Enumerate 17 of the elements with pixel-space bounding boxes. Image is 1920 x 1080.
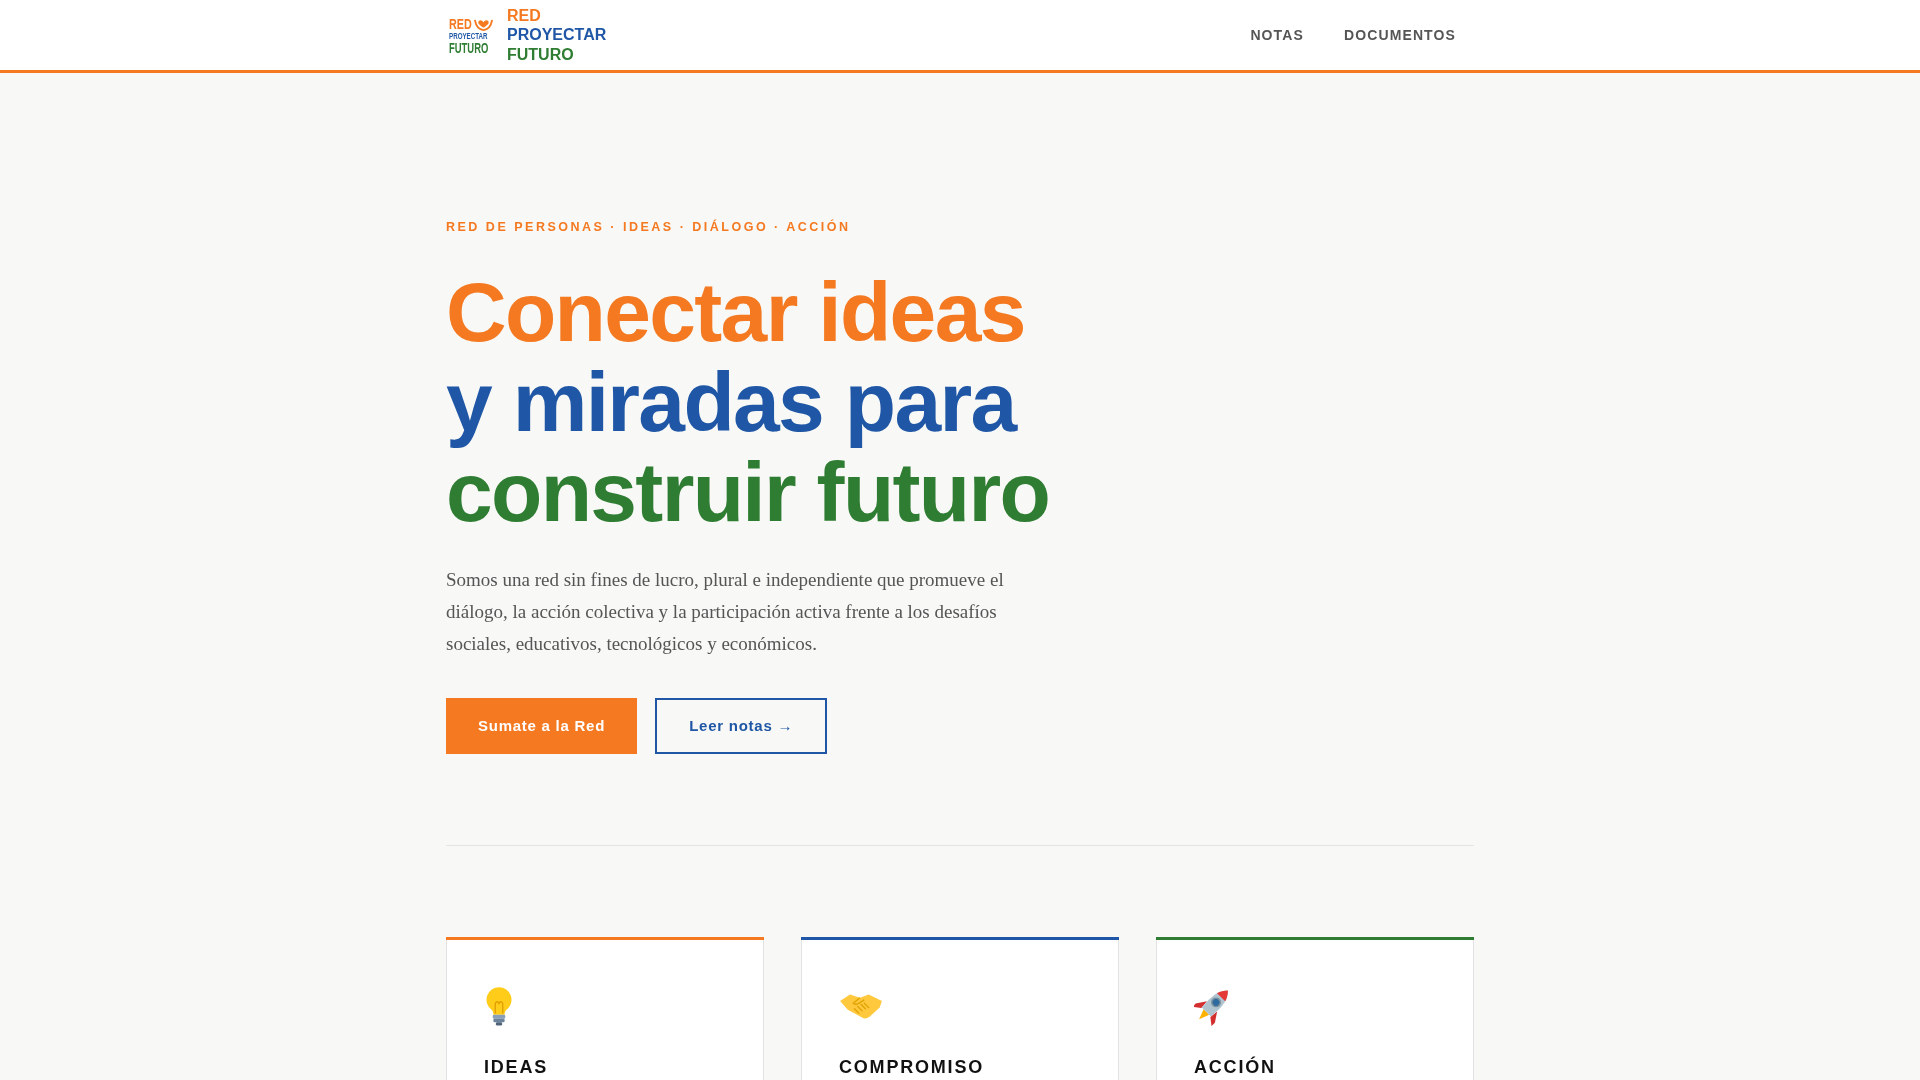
nav-link[interactable]: NOTAS — [1250, 24, 1304, 46]
card-title: ACCIÓN — [1194, 1056, 1276, 1078]
hero-description: Somos una red sin fines de lucro, plural e independiente que promueve el diálogo, la acción colectiva y la participación activa frente a los desafíos sociales, educativos, tecnológicos y económicos. — [446, 568, 1005, 656]
card-title: IDEAS — [484, 1056, 548, 1078]
logo-wordmark-text: PROYECTAR — [507, 25, 607, 45]
logo-wordmark-text: FUTURO — [507, 44, 575, 65]
lightbulb-icon — [484, 986, 514, 1026]
logo-emblem-text: RED — [449, 16, 472, 30]
eyebrow-text: RED DE PERSONAS · IDEAS · DIÁLOGO · ACCIÓN — [446, 219, 851, 235]
nav-link[interactable]: DOCUMENTOS — [1343, 24, 1456, 46]
logo-wordmark-text: RED — [507, 5, 542, 26]
handshake-icon — [839, 991, 883, 1021]
card-title: COMPROMISO — [839, 1056, 984, 1078]
hero-heading: Conectar ideas y miradas para construir futuro — [446, 267, 1050, 537]
logo-emblem-text: PROYECTAR — [449, 31, 488, 41]
logo-emblem-text: FUTURO — [449, 40, 489, 55]
read-notes-button[interactable]: Leer notas → — [655, 698, 828, 754]
